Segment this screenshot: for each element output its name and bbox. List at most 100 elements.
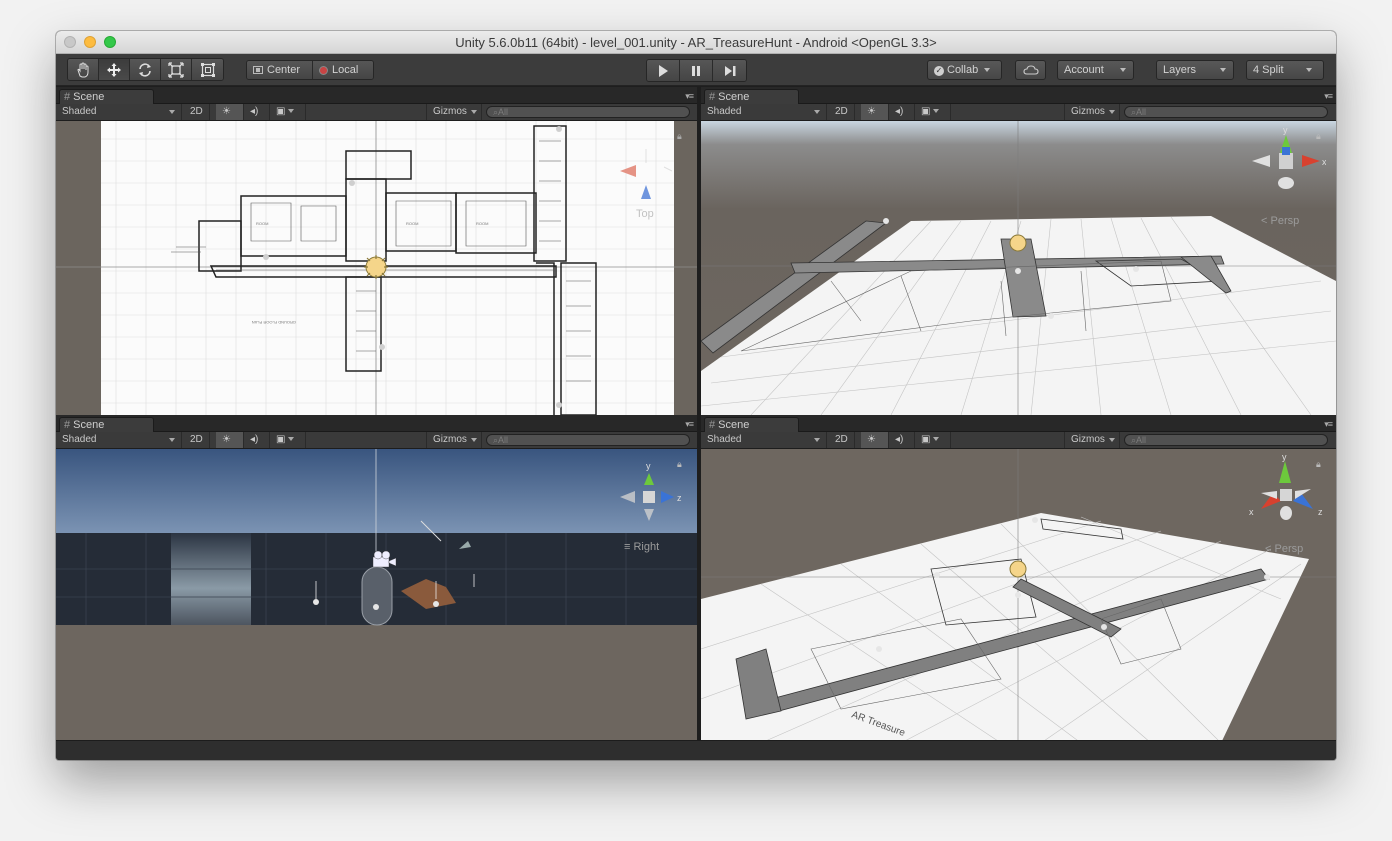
gizmos-dropdown[interactable]: Gizmos (1064, 432, 1120, 448)
step-icon (724, 65, 735, 76)
chevron-down-icon (288, 109, 295, 114)
gizmos-dropdown[interactable]: Gizmos (426, 432, 482, 448)
shading-mode-dropdown[interactable]: Shaded (701, 104, 827, 120)
view-label: Persp (1270, 215, 1300, 227)
collab-label: Collab (947, 64, 979, 76)
cloud-button[interactable] (1015, 60, 1046, 80)
scene-audio-toggle[interactable]: ◂) (244, 432, 270, 448)
scene-lighting-toggle[interactable]: ☀ (861, 104, 889, 120)
scene-view-persp-upper: #Scene ▾≡ Shaded 2D ☀ ◂) ▣ Gizmos ⌕All (701, 87, 1336, 415)
hierarchy-search-input[interactable]: ⌕All (486, 106, 690, 118)
shading-mode-dropdown[interactable]: Shaded (701, 432, 827, 448)
scale-tool-button[interactable] (161, 59, 192, 80)
gizmos-label: Gizmos (1071, 434, 1105, 445)
panel-menu-icon[interactable]: ▾≡ (1324, 419, 1333, 430)
lock-icon[interactable]: 🔒︎ (1316, 459, 1321, 470)
lock-icon[interactable]: 🔒︎ (1316, 131, 1321, 142)
minimize-window-button[interactable] (84, 36, 96, 48)
layers-dropdown[interactable]: Layers (1156, 60, 1234, 80)
panel-menu-icon[interactable]: ▾≡ (1324, 91, 1333, 102)
gizmo-axis-x: x (1322, 157, 1326, 167)
rotate-icon (139, 62, 151, 77)
play-button[interactable] (647, 60, 680, 81)
chevron-down-icon (1305, 68, 1312, 73)
rotate-tool-button[interactable] (130, 59, 161, 80)
shading-mode-dropdown[interactable]: Shaded (56, 432, 182, 448)
hand-tool-button[interactable] (68, 59, 99, 80)
lock-icon[interactable]: 🔒︎ (677, 131, 682, 142)
speaker-icon: ◂) (250, 106, 259, 117)
rect-tool-button[interactable] (192, 59, 223, 80)
tab-scene[interactable]: # Scene (704, 89, 799, 105)
mode-2d-toggle[interactable]: 2D (184, 104, 210, 120)
tab-scene[interactable]: # Scene (704, 417, 799, 433)
unity-editor-window: Unity 5.6.0b11 (64bit) - level_001.unity… (56, 31, 1336, 760)
step-button[interactable] (713, 60, 746, 81)
cloud-icon (1022, 65, 1039, 75)
viewport[interactable]: y x < Persp 🔒︎ (701, 121, 1336, 415)
viewport[interactable]: y z ≡ Right 🔒︎ (56, 449, 697, 743)
tab-scene[interactable]: # Scene (59, 417, 154, 433)
tab-label: Scene (73, 91, 105, 103)
right-view-label[interactable]: ≡ Right (624, 541, 659, 553)
shading-mode-dropdown[interactable]: Shaded (56, 104, 182, 120)
viewport[interactable]: ROOMROOMROOM GROUND FLOOR PLAN Top � (56, 121, 697, 415)
scene-audio-toggle[interactable]: ◂) (889, 104, 915, 120)
chevron-down-icon (933, 437, 940, 442)
scene-effects-dropdown[interactable]: ▣ (915, 104, 951, 120)
scene-audio-toggle[interactable]: ◂) (244, 104, 270, 120)
scene-lighting-toggle[interactable]: ☀ (216, 432, 244, 448)
sun-icon: ☀ (867, 434, 876, 445)
viewport[interactable]: AR Treasure y x z < Persp 🔒︎ (701, 449, 1336, 743)
gizmos-label: Gizmos (1071, 106, 1105, 117)
scene-lighting-toggle[interactable]: ☀ (216, 104, 244, 120)
hierarchy-search-input[interactable]: ⌕All (1124, 434, 1328, 446)
layout-dropdown[interactable]: 4 Split (1246, 60, 1324, 80)
collab-dropdown[interactable]: ✓ Collab (927, 60, 1002, 80)
mode-2d-label: 2D (190, 106, 203, 117)
space-local-toggle[interactable]: Local (313, 61, 373, 79)
search-placeholder: All (1136, 107, 1147, 117)
mode-2d-toggle[interactable]: 2D (829, 432, 855, 448)
window-title: Unity 5.6.0b11 (64bit) - level_001.unity… (455, 35, 937, 50)
gizmos-label: Gizmos (433, 106, 467, 117)
hierarchy-search-input[interactable]: ⌕All (1124, 106, 1328, 118)
scene-effects-dropdown[interactable]: ▣ (270, 432, 306, 448)
side-view-scene (56, 449, 697, 743)
move-tool-button[interactable] (99, 59, 130, 80)
svg-text:ROOM: ROOM (476, 221, 488, 226)
gizmos-dropdown[interactable]: Gizmos (426, 104, 482, 120)
hierarchy-search-input[interactable]: ⌕All (486, 434, 690, 446)
scene-lighting-toggle[interactable]: ☀ (861, 432, 889, 448)
scene-audio-toggle[interactable]: ◂) (889, 432, 915, 448)
pivot-center-toggle[interactable]: Center (247, 61, 313, 79)
perspective-label[interactable]: < Persp (1261, 215, 1299, 227)
sun-icon: ☀ (867, 106, 876, 117)
scene-toolbar: Shaded 2D ☀ ◂) ▣ Gizmos ⌕All (56, 104, 697, 121)
panel-menu-icon[interactable]: ▾≡ (685, 91, 694, 102)
scene-grid-icon: # (64, 419, 71, 431)
tab-scene[interactable]: # Scene (59, 89, 154, 105)
perspective-label[interactable]: < Persp (1265, 543, 1303, 555)
pause-button[interactable] (680, 60, 713, 81)
gizmos-dropdown[interactable]: Gizmos (1064, 104, 1120, 120)
svg-text:ROOM: ROOM (256, 221, 268, 226)
mode-2d-label: 2D (835, 434, 848, 445)
pivot-icon (253, 66, 263, 74)
mode-2d-toggle[interactable]: 2D (829, 104, 855, 120)
view-label: Top (636, 208, 654, 220)
orientation-gizmo[interactable]: y x (1246, 127, 1326, 207)
lock-icon[interactable]: 🔒︎ (677, 459, 682, 470)
scene-effects-dropdown[interactable]: ▣ (270, 104, 306, 120)
maximize-window-button[interactable] (104, 36, 116, 48)
scene-view-right: #Scene ▾≡ Shaded 2D ☀ ◂) ▣ Gizmos ⌕All (56, 415, 697, 743)
search-placeholder: All (1136, 435, 1147, 445)
svg-text:ROOM: ROOM (406, 221, 418, 226)
scene-effects-dropdown[interactable]: ▣ (915, 432, 951, 448)
account-dropdown[interactable]: Account (1057, 60, 1134, 80)
mode-2d-toggle[interactable]: 2D (184, 432, 210, 448)
orientation-gizmo[interactable]: Top (616, 143, 676, 223)
close-window-button[interactable] (64, 36, 76, 48)
search-placeholder: All (498, 435, 509, 445)
panel-menu-icon[interactable]: ▾≡ (685, 419, 694, 430)
